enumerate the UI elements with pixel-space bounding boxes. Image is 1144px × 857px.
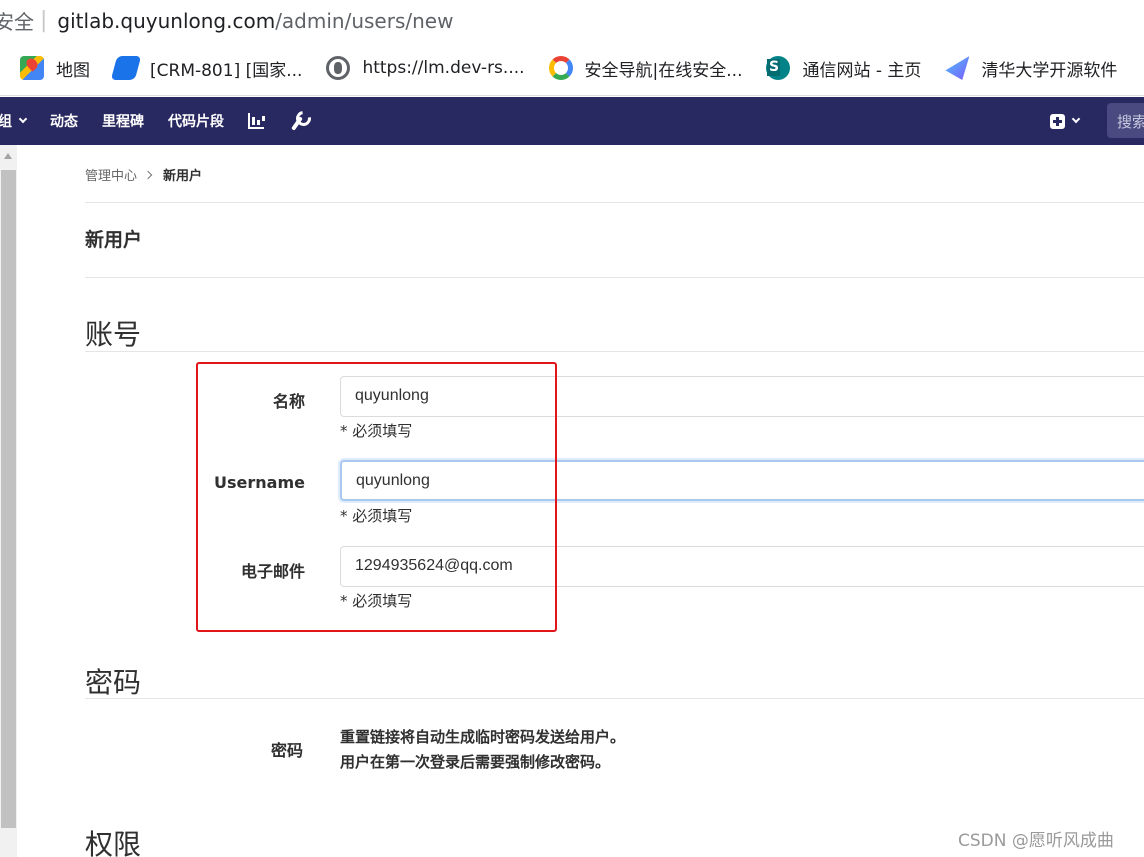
bookmark-label: 安全导航|在线安全... xyxy=(584,60,743,81)
address-separator: | xyxy=(40,8,48,33)
plus-square-icon xyxy=(1050,113,1065,129)
divider xyxy=(85,351,1144,352)
google-icon xyxy=(548,56,573,80)
section-title-password: 密码 xyxy=(85,666,142,699)
search-input[interactable]: 搜索 xyxy=(1107,103,1144,138)
bookmark-comm-site[interactable]: 通信网站 - 主页 xyxy=(766,56,921,81)
chevron-down-icon xyxy=(1071,114,1081,124)
scrollbar[interactable] xyxy=(0,145,17,857)
chart-icon xyxy=(248,113,264,129)
nav-analytics[interactable] xyxy=(248,113,264,129)
divider xyxy=(85,698,1144,699)
bookmark-maps[interactable]: 地图 xyxy=(20,56,90,81)
password-label: 密码 xyxy=(270,741,303,760)
password-note-line1: 重置链接将自动生成临时密码发送给用户。 xyxy=(340,728,626,746)
tsinghua-mirror-icon xyxy=(945,56,970,80)
breadcrumb: 管理中心 新用户 xyxy=(85,165,202,184)
nav-snippets[interactable]: 代码片段 xyxy=(168,111,224,131)
bookmark-safe-nav[interactable]: 安全导航|在线安全... xyxy=(548,56,743,81)
csdn-watermark: CSDN @愿听风成曲 xyxy=(958,831,1114,851)
bookmark-lm-dev[interactable]: https://lm.dev-rs.... xyxy=(326,56,525,80)
bookmark-label: 地图 xyxy=(56,60,90,81)
scrollbar-thumb[interactable] xyxy=(1,170,16,828)
address-bar[interactable]: 安全 | gitlab.quyunlong.com/admin/users/ne… xyxy=(0,0,1144,41)
bookmark-label: [CRM-801] [国家... xyxy=(150,60,303,81)
bookmark-label: 清华大学开源软件 xyxy=(981,60,1118,81)
nav-admin[interactable] xyxy=(288,112,306,130)
divider xyxy=(85,277,1144,278)
nav-milestones[interactable]: 里程碑 xyxy=(102,111,144,131)
main-content: 管理中心 新用户 新用户 账号 名称 quyunlong * 必须填写 User… xyxy=(85,145,1144,857)
breadcrumb-admin[interactable]: 管理中心 xyxy=(85,165,137,184)
top-navbar: 组 动态 里程碑 代码片段 搜索 xyxy=(0,97,1144,145)
section-title-permissions: 权限 xyxy=(85,828,142,857)
password-note-line2: 用户在第一次登录后需要强制修改密码。 xyxy=(340,753,611,771)
wrench-icon xyxy=(288,112,306,130)
bookmark-label: https://lm.dev-rs.... xyxy=(362,58,525,78)
section-title-account: 账号 xyxy=(85,318,142,351)
divider xyxy=(85,202,1144,203)
bookmark-label: 通信网站 - 主页 xyxy=(802,60,922,81)
sharepoint-icon xyxy=(766,56,791,80)
globe-icon xyxy=(326,56,351,80)
url-host: gitlab.quyunlong.com xyxy=(57,8,276,33)
breadcrumb-current: 新用户 xyxy=(163,169,203,184)
jira-icon xyxy=(110,56,142,80)
bookmark-crm[interactable]: [CRM-801] [国家... xyxy=(110,56,303,81)
chevron-down-icon xyxy=(18,114,28,124)
nav-activity[interactable]: 动态 xyxy=(50,111,78,131)
new-dropdown[interactable] xyxy=(1050,97,1081,145)
google-maps-icon xyxy=(20,56,44,80)
url-path: /admin/users/new xyxy=(275,8,454,33)
security-indicator[interactable]: 安全 xyxy=(0,6,34,35)
scroll-up-icon[interactable] xyxy=(4,153,12,159)
page-title: 新用户 xyxy=(85,229,143,251)
bookmarks-bar: 地图 [CRM-801] [国家... https://lm.dev-rs...… xyxy=(0,41,1144,96)
bookmark-tsinghua[interactable]: 清华大学开源软件 xyxy=(945,56,1117,81)
nav-groups-label: 组 xyxy=(0,114,12,130)
chevron-right-icon xyxy=(143,170,153,179)
nav-groups-dropdown[interactable]: 组 xyxy=(0,111,28,131)
highlight-box xyxy=(196,362,557,632)
